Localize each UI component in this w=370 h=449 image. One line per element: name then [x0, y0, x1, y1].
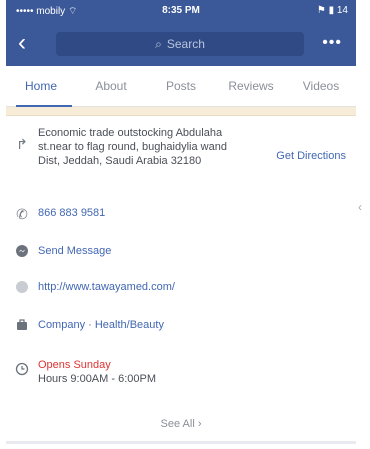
messenger-icon [6, 244, 38, 258]
status-bar: ••••• mobily ⌔ 8:35 PM ⚑ ▮ 14 [6, 0, 356, 22]
tab-home[interactable]: Home [6, 79, 76, 93]
message-row[interactable]: Send Message [6, 244, 356, 258]
see-all-button[interactable]: See All › [6, 418, 356, 430]
tab-about[interactable]: About [76, 79, 146, 93]
scroll-edge: ‹ [356, 130, 370, 250]
tab-videos[interactable]: Videos [286, 79, 356, 93]
divider-band [6, 107, 356, 116]
active-tab-indicator [16, 105, 72, 107]
globe-icon [6, 280, 38, 294]
clock: 8:35 PM [162, 5, 200, 16]
hours-status: Opens Sunday [38, 359, 111, 371]
search-placeholder: Search [166, 37, 205, 51]
page-tabs: Home About Posts Reviews Videos [6, 66, 356, 107]
top-bar: ••••• mobily ⌔ 8:35 PM ⚑ ▮ 14 ‹ ⌕ Search… [6, 0, 356, 66]
phone-number[interactable]: 866 883 9581 [38, 206, 105, 220]
get-directions-button[interactable]: Get Directions [276, 150, 346, 162]
bottom-divider [6, 441, 356, 444]
directions-arrow-icon: ↱ [16, 136, 28, 152]
category-row: Company · Health/Beauty [6, 318, 356, 332]
edge-mark: ‹ [358, 200, 362, 214]
send-message-link[interactable]: Send Message [38, 244, 111, 258]
website-link[interactable]: http://www.tawayamed.com/ [38, 280, 175, 294]
briefcase-icon [6, 318, 38, 332]
clock-icon [6, 362, 38, 376]
address-text: Economic trade outstocking Abdulaha st.n… [38, 127, 227, 167]
search-input[interactable]: ⌕ Search [56, 32, 304, 56]
phone-icon: ✆ [16, 206, 28, 222]
nav-row: ‹ ⌕ Search ••• [6, 28, 356, 60]
category-text: Company · Health/Beauty [38, 319, 164, 331]
tab-reviews[interactable]: Reviews [216, 79, 286, 93]
back-icon[interactable]: ‹ [18, 30, 26, 56]
hours-text: Hours 9:00AM - 6:00PM [38, 373, 156, 385]
app-screen: ••••• mobily ⌔ 8:35 PM ⚑ ▮ 14 ‹ ⌕ Search… [6, 0, 356, 449]
website-row[interactable]: http://www.tawayamed.com/ [6, 280, 356, 294]
phone-row[interactable]: ✆ 866 883 9581 [6, 206, 356, 223]
hours-row: Opens Sunday Hours 9:00AM - 6:00PM [6, 358, 356, 386]
search-icon: ⌕ [155, 36, 162, 51]
address-row: ↱ Economic trade outstocking Abdulaha st… [6, 126, 356, 168]
status-icons: ⚑ ▮ 14 [316, 5, 348, 16]
tab-posts[interactable]: Posts [146, 79, 216, 93]
more-options-icon[interactable]: ••• [322, 34, 342, 52]
